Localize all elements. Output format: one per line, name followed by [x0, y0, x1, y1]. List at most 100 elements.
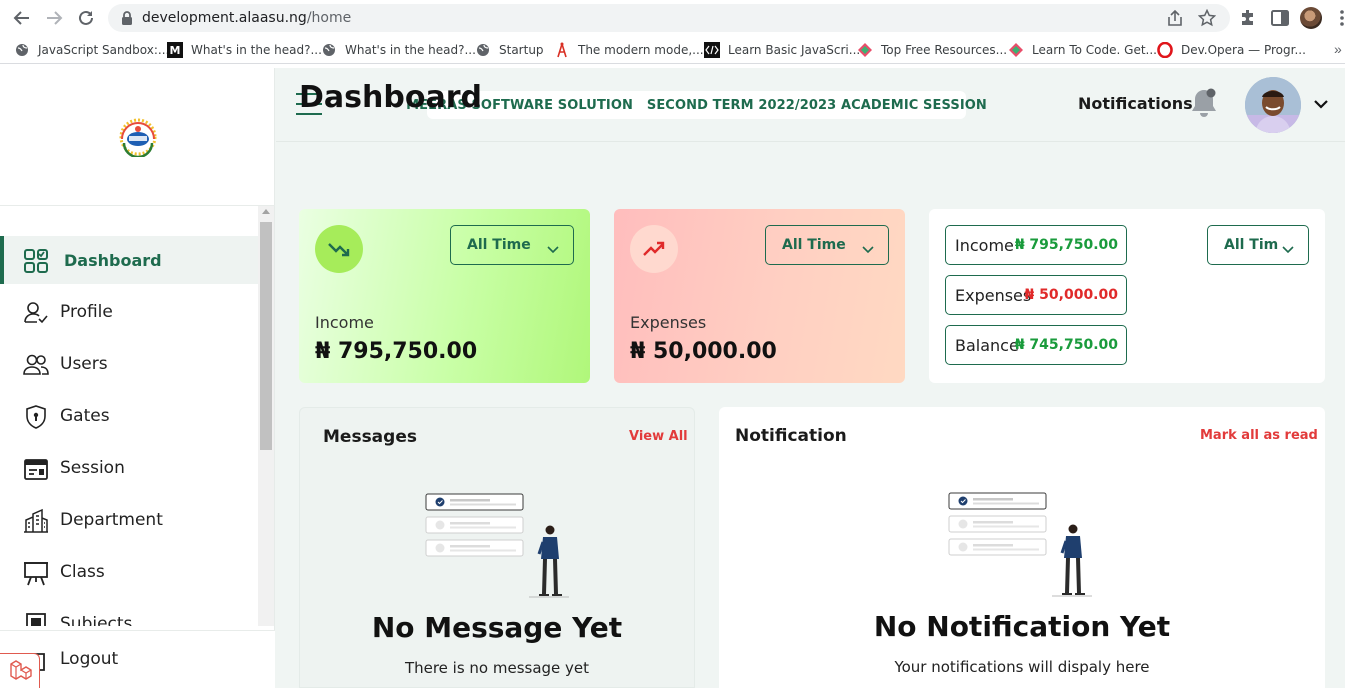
- sidebar-item-label: Subjects: [60, 614, 133, 626]
- users-icon: [23, 352, 49, 378]
- sidebar-item-label: Session: [60, 458, 125, 478]
- reload-icon[interactable]: [74, 6, 98, 30]
- bookmark-item[interactable]: JavaScript Sandbox:...: [14, 41, 169, 59]
- scroll-up-arrow-icon[interactable]: [262, 209, 270, 214]
- expense-value: ₦ 50,000.00: [630, 339, 777, 364]
- easel-icon: [23, 560, 49, 586]
- sidebar-item-gates[interactable]: Gates: [0, 392, 258, 440]
- forward-icon[interactable]: [42, 6, 66, 30]
- trend-up-icon: [630, 225, 678, 273]
- sidebar-item-label: Gates: [60, 406, 110, 426]
- bell-icon[interactable]: [1189, 87, 1219, 119]
- sidebar-item-department[interactable]: Department: [0, 496, 258, 544]
- summary-filter-select[interactable]: All Tim: [1207, 225, 1309, 265]
- summary-expenses-row: Expenses ₦ 50,000.00: [945, 275, 1127, 315]
- bookmark-item[interactable]: Dev.Opera — Progr...: [1157, 41, 1306, 59]
- scroll-thumb[interactable]: [260, 222, 272, 450]
- session-banner: MEERAS SOFTWARE SOLUTION SECOND TERM 202…: [406, 91, 987, 119]
- more-bookmarks-button[interactable]: »: [1334, 41, 1342, 57]
- tower-icon: [554, 42, 570, 58]
- sidebar-scrollbar[interactable]: [258, 206, 274, 626]
- logo-area: [0, 68, 275, 206]
- sidebar-item-label: Dashboard: [64, 250, 162, 270]
- mark-all-read-link[interactable]: Mark all as read: [1200, 428, 1318, 443]
- chevron-down-icon[interactable]: [1313, 97, 1329, 111]
- bookmark-item[interactable]: Top Free Resources...: [857, 41, 1007, 59]
- sidebar-item-users[interactable]: Users: [0, 340, 258, 388]
- bookmark-item[interactable]: The modern mode,...: [554, 41, 704, 59]
- bookmark-item[interactable]: Learn Basic JavaScri...: [704, 41, 860, 59]
- logout-label: Logout: [60, 649, 119, 669]
- grid-icon: [23, 248, 49, 274]
- messages-panel: Messages View All No Message Yet There i…: [299, 407, 695, 688]
- empty-state-illustration: [424, 492, 574, 598]
- side-panel-icon[interactable]: [1270, 8, 1290, 28]
- calendar-icon: [23, 456, 49, 482]
- user-check-icon: [23, 300, 49, 326]
- sidebar-item-class[interactable]: Class: [0, 548, 258, 596]
- income-filter-select[interactable]: All Time: [450, 225, 574, 265]
- notifications-label[interactable]: Notifications: [1078, 94, 1193, 113]
- notification-title: Notification: [735, 426, 847, 446]
- bookmark-item[interactable]: Startup: [475, 41, 544, 59]
- school-logo[interactable]: [115, 117, 161, 158]
- summary-card: Income ₦ 795,750.00 Expenses ₦ 50,000.00…: [929, 209, 1325, 383]
- notification-empty-title: No Notification Yet: [873, 610, 1171, 643]
- sidebar-item-session[interactable]: Session: [0, 444, 258, 492]
- svg-text:M: M: [170, 44, 181, 57]
- menu-kebab-icon[interactable]: [1335, 8, 1345, 28]
- income-value: ₦ 795,750.00: [315, 339, 478, 364]
- url-text: development.alaasu.ng/home: [142, 10, 352, 26]
- chevron-down-icon: [862, 241, 874, 254]
- sidebar-item-label: Department: [60, 510, 163, 530]
- view-all-link[interactable]: View All: [629, 429, 688, 444]
- user-avatar[interactable]: [1245, 77, 1301, 133]
- medium-icon: M: [167, 42, 183, 58]
- app-root: Dashboard Profile Users Gates Session De…: [0, 68, 1345, 688]
- extensions-icon[interactable]: [1238, 8, 1258, 28]
- profile-avatar-icon[interactable]: [1300, 7, 1322, 29]
- globe-icon: [475, 42, 491, 58]
- sidebar-item-profile[interactable]: Profile: [0, 288, 258, 336]
- messages-empty-title: No Message Yet: [371, 611, 623, 644]
- back-icon[interactable]: [10, 6, 34, 30]
- income-card: All Time Income ₦ 795,750.00: [299, 209, 590, 383]
- chevron-down-icon: [1282, 241, 1294, 254]
- sidebar-item-dashboard[interactable]: Dashboard: [0, 236, 258, 284]
- notification-panel: Notification Mark all as read No Notific…: [719, 407, 1325, 688]
- lock-icon: [120, 11, 134, 25]
- income-label: Income: [315, 313, 374, 332]
- sidebar-item-label: Profile: [60, 302, 113, 322]
- chevron-down-icon: [547, 241, 559, 254]
- expense-filter-select[interactable]: All Time: [765, 225, 889, 265]
- expense-label: Expenses: [630, 313, 707, 332]
- bookmarks-bar: JavaScript Sandbox:... M What's in the h…: [0, 36, 1345, 64]
- sidebar-item-label: Class: [60, 562, 105, 582]
- empty-state-illustration: [947, 491, 1097, 597]
- diamond-icon: [1008, 42, 1024, 58]
- address-bar[interactable]: development.alaasu.ng/home: [108, 4, 1230, 32]
- notification-empty-subtitle: Your notifications will dispaly here: [894, 658, 1150, 676]
- sidebar: Dashboard Profile Users Gates Session De…: [0, 68, 275, 688]
- shield-lock-icon: [23, 404, 49, 430]
- summary-balance-row: Balance ₦ 745,750.00: [945, 325, 1127, 365]
- diamond-icon: [857, 42, 873, 58]
- sidebar-item-subjects[interactable]: Subjects: [0, 600, 258, 626]
- logout-button[interactable]: Logout: [0, 630, 275, 688]
- bookmark-item[interactable]: What's in the head?...: [321, 41, 476, 59]
- expense-card: All Time Expenses ₦ 50,000.00: [614, 209, 905, 383]
- browser-toolbar: development.alaasu.ng/home: [0, 0, 1345, 36]
- laravel-debugbar-icon[interactable]: [0, 653, 40, 688]
- page-title: Dashboard: [299, 80, 482, 115]
- sidebar-item-label: Users: [60, 354, 108, 374]
- share-icon[interactable]: [1166, 9, 1184, 27]
- summary-income-row: Income ₦ 795,750.00: [945, 225, 1127, 265]
- opera-icon: [1157, 42, 1173, 58]
- sidebar-nav: Dashboard Profile Users Gates Session De…: [0, 206, 258, 626]
- bookmark-item[interactable]: Learn To Code. Get...: [1008, 41, 1157, 59]
- bookmark-item[interactable]: M What's in the head?...: [167, 41, 322, 59]
- messages-empty-subtitle: There is no message yet: [404, 659, 590, 677]
- book-icon: [23, 612, 49, 626]
- star-icon[interactable]: [1197, 8, 1217, 27]
- trend-down-icon: [315, 225, 363, 273]
